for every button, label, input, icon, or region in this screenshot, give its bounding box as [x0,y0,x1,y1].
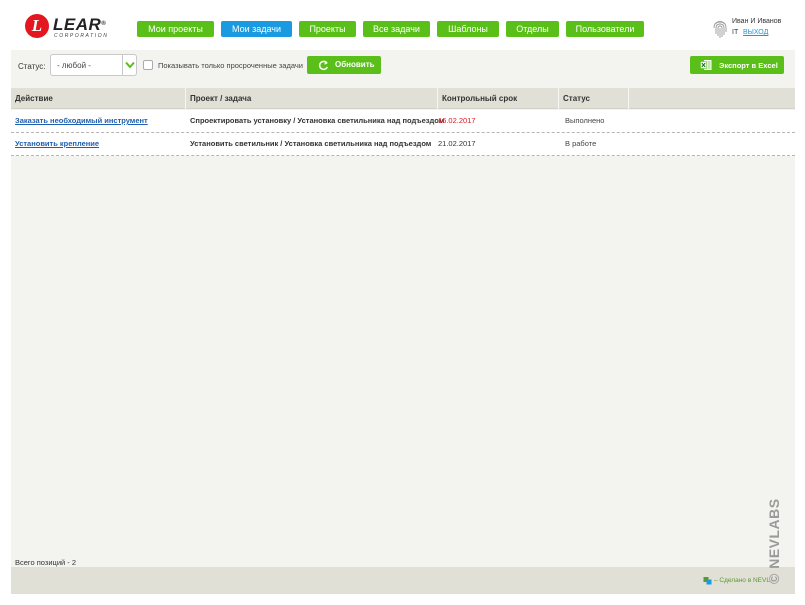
task-project: Спроектировать установку / Установка све… [190,116,445,125]
footer-bar: – Сделано в NEVL [11,567,795,594]
nav-projects-button[interactable]: Проекты [299,21,356,37]
excel-icon [700,60,712,70]
nav-departments-button[interactable]: Отделы [506,21,559,37]
nav-my-projects-button[interactable]: Мои проекты [137,21,214,37]
column-header-deadline[interactable]: Контрольный срок [438,88,559,109]
nav-templates-button[interactable]: Шаблоны [437,21,499,37]
fingerprint-icon [713,21,727,38]
refresh-button[interactable]: Обновить [307,56,381,74]
lear-logo[interactable]: L LEAR® CORPORATION [25,14,117,40]
lear-logo-subtitle: CORPORATION [54,33,109,39]
column-header-project-task[interactable]: Проект / задача [186,88,438,109]
table-row: Установить крепление Установить светильн… [11,133,795,156]
task-project: Установить светильник / Установка светил… [190,139,432,148]
tasks-panel: Статус: - любой - Показывать только прос… [11,50,795,594]
user-department: IT [732,29,739,36]
header: L LEAR® CORPORATION Мои проекты Мои зада… [0,0,805,50]
total-count: Всего позиций - 2 [15,558,77,567]
column-header-empty [629,88,795,109]
lear-logo-wordmark: LEAR® [53,15,107,34]
nevlabs-watermark: © NEVLABS [765,485,783,585]
made-by-label: – Сделано в NEVL [714,577,770,584]
status-filter-value: - любой - [57,61,91,70]
task-status: В работе [565,139,597,148]
status-filter-dropdown-toggle[interactable] [122,55,136,75]
overdue-only-label[interactable]: Показывать только просроченные задачи [158,61,303,70]
lear-logo-mark-letter: L [31,16,43,35]
nav-users-button[interactable]: Пользователи [566,21,644,37]
chevron-down-icon [125,61,135,69]
task-deadline: 16.02.2017 [438,116,476,125]
overdue-only-checkbox[interactable] [143,60,153,70]
column-header-status[interactable]: Статус [559,88,629,109]
export-excel-button[interactable]: Экспорт в Excel [690,56,784,74]
filter-toolbar: Статус: - любой - Показывать только прос… [11,50,795,82]
logout-link[interactable]: ВЫХОД [743,29,768,36]
tasks-table-header: Действие Проект / задача Контрольный сро… [11,88,795,109]
export-excel-label: Экспорт в Excel [719,61,778,70]
task-action-link[interactable]: Установить крепление [11,133,99,155]
refresh-icon [318,60,328,71]
status-filter-label: Статус: [18,62,46,71]
refresh-button-label: Обновить [335,60,375,69]
nav-all-tasks-button[interactable]: Все задачи [363,21,430,37]
nevlabs-icon [703,577,712,585]
table-row: Заказать необходимый инструмент Спроекти… [11,110,795,133]
watermark-text: © NEVLABS [766,498,782,584]
user-panel: Иван И Иванов IT ВЫХОД [712,18,802,42]
nav-my-tasks-button[interactable]: Мои задачи [221,21,292,37]
column-header-action[interactable]: Действие [11,88,186,109]
user-name: Иван И Иванов [732,18,782,25]
status-filter-select[interactable]: - любой - [50,54,137,76]
task-status: Выполнено [565,116,605,125]
task-deadline: 21.02.2017 [438,139,476,148]
task-action-link[interactable]: Заказать необходимый инструмент [11,110,148,132]
